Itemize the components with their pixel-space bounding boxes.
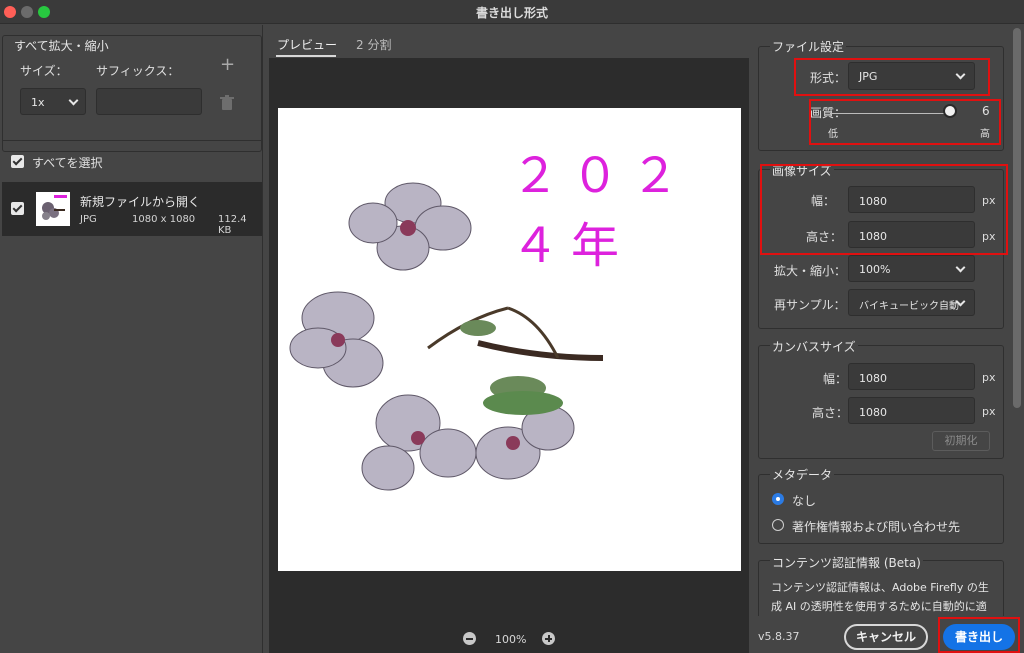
scale-select[interactable]: 100% (848, 255, 975, 282)
resample-select[interactable]: バイキュービック自動 (848, 289, 975, 316)
cancel-button[interactable]: キャンセル (844, 624, 928, 650)
canvas-height-unit: px (982, 405, 996, 418)
active-tab-indicator (276, 55, 336, 57)
content-credentials-title: コンテンツ認証情報 (Beta) (770, 554, 923, 571)
preview-canvas: ２０２４年 100% (269, 58, 749, 653)
metadata-copyright-label: 著作権情報および問い合わせ先 (792, 520, 961, 534)
canvas-width-label: 幅： (823, 372, 848, 386)
file-list-item[interactable]: 新規ファイルから開く JPG 1080 x 1080 112.4 KB (2, 182, 262, 236)
tab-preview[interactable]: プレビュー (277, 36, 337, 53)
settings-scrollbar[interactable] (1013, 28, 1021, 408)
trash-icon[interactable] (220, 95, 234, 111)
metadata-copyright-radio[interactable] (772, 519, 784, 531)
canvas-width-input[interactable]: 1080 (848, 363, 975, 390)
preview-tabs: プレビュー 2 分割 (269, 25, 749, 57)
highlight-quality (809, 99, 1001, 145)
canvas-width-unit: px (982, 371, 996, 384)
scale-label: 拡大・縮小： (774, 264, 847, 278)
cherry-blossom-image (289, 182, 604, 491)
panel-divider (262, 25, 263, 653)
zoom-in-button[interactable] (542, 632, 555, 645)
zoom-out-button[interactable] (463, 632, 476, 645)
canvas-height-input[interactable]: 1080 (848, 397, 975, 424)
size-label: サイズ： (20, 64, 68, 78)
file-format: JPG (80, 214, 97, 225)
scale-all-title: すべて拡大・縮小 (14, 39, 109, 53)
highlight-image-size (760, 164, 1008, 255)
file-dimensions: 1080 x 1080 (132, 214, 196, 225)
tab-split[interactable]: 2 分割 (356, 36, 391, 53)
canvas-width-value: 1080 (859, 372, 887, 385)
zoom-level: 100% (495, 633, 527, 646)
canvas-height-value: 1080 (859, 406, 887, 419)
select-all-checkbox[interactable] (11, 155, 24, 168)
metadata-title: メタデータ (770, 466, 835, 483)
file-name: 新規ファイルから開く (80, 195, 201, 209)
preview-panel: プレビュー 2 分割 ２０２４年 100% (269, 25, 749, 653)
select-all-label: すべてを選択 (32, 156, 103, 170)
metadata-none-radio[interactable] (772, 493, 784, 505)
suffix-input[interactable] (96, 88, 202, 115)
preview-image: ２０２４年 (278, 108, 741, 571)
scale-select-value: 100% (859, 263, 891, 276)
size-select[interactable]: 1x (20, 88, 86, 115)
left-panel: すべて拡大・縮小 サイズ： サフィックス： + 1x すべてを選択 新規ファイル… (0, 25, 268, 653)
canvas-height-label: 高さ： (812, 406, 849, 420)
canvas-size-title: カンバスサイズ (770, 338, 858, 355)
title-bar: 書き出し形式 (0, 0, 1024, 24)
resample-select-value: バイキュービック自動 (859, 301, 959, 312)
reset-button[interactable]: 初期化 (932, 431, 990, 451)
highlight-export (938, 617, 1020, 653)
highlight-format (794, 58, 990, 96)
size-select-value: 1x (31, 96, 45, 109)
file-size: 112.4 KB (218, 214, 247, 236)
metadata-none-label: なし (792, 494, 817, 508)
file-settings-title: ファイル設定 (770, 38, 847, 55)
version-label: v5.8.37 (758, 630, 800, 643)
chevron-down-icon (68, 95, 79, 106)
add-scale-icon[interactable]: + (220, 56, 235, 74)
zoom-bar: 100% (269, 628, 749, 653)
suffix-label: サフィックス： (96, 64, 180, 78)
resample-label: 再サンプル： (774, 298, 846, 312)
file-checkbox[interactable] (11, 202, 24, 215)
file-thumbnail (36, 192, 70, 226)
window-title: 書き出し形式 (475, 6, 548, 20)
chevron-down-icon (955, 262, 966, 273)
